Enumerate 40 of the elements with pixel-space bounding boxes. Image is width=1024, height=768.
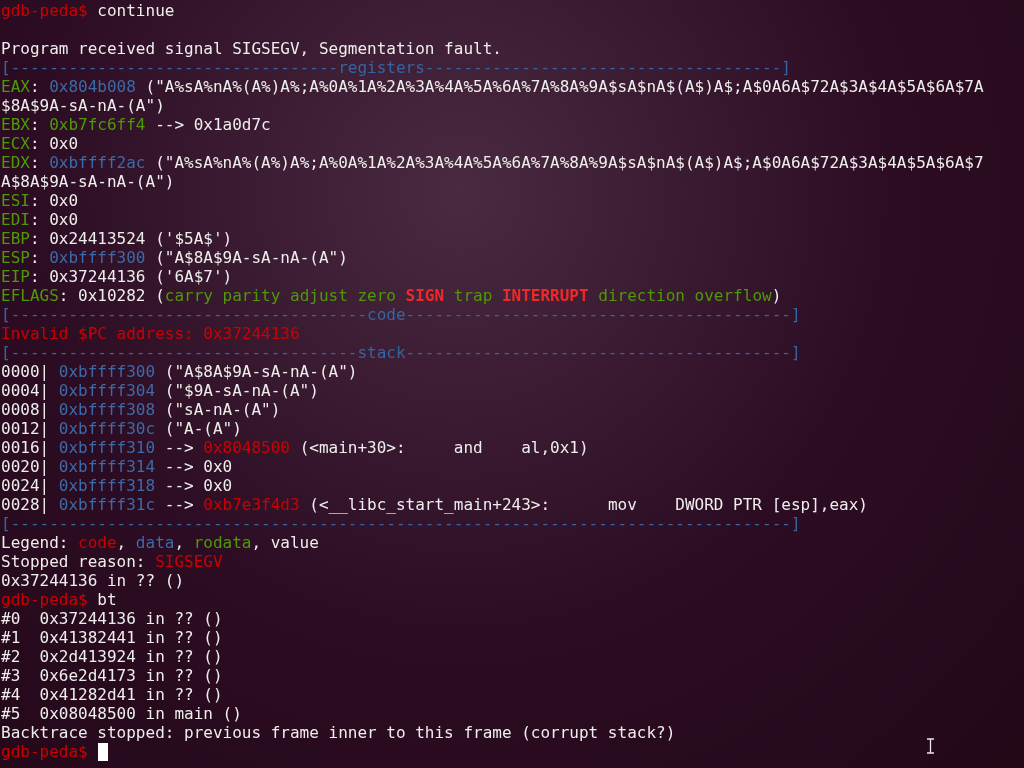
terminal-line: ESI: 0x0: [0, 191, 79, 210]
terminal-line: 0020| 0xbffff314 --> 0x0: [0, 457, 233, 476]
mouse-text-cursor-icon: [926, 738, 935, 754]
terminal-line: [------------------------------------stack----------------------------------------]: [0, 343, 801, 362]
terminal-line: 0008| 0xbffff308 ("sA-nA-(A"): [0, 400, 281, 419]
terminal-line: Invalid $PC address: 0x37244136: [0, 324, 300, 343]
terminal-line: #2 0x2d413924 in ?? (): [0, 647, 223, 666]
terminal-line: #0 0x37244136 in ?? (): [0, 609, 223, 628]
terminal-line: [---------------------------------------------------------------------------------]: [0, 514, 801, 533]
terminal-line: Backtrace stopped: previous frame inner to this frame (corrupt stack?): [0, 723, 676, 742]
terminal-line: EDX: 0xbffff2ac ("A%sA%nA%(A%)A%;A%0A%1A%2A%3A%4A%5A%6A%7A%8A%9A$sA$nA$(A$)A$;A$0A6A$72A$3A$4A$5A$6A$7: [0, 153, 984, 172]
terminal-line: #4 0x41282d41 in ?? (): [0, 685, 223, 704]
terminal-line: #1 0x41382441 in ?? (): [0, 628, 223, 647]
terminal-line: EBX: 0xb7fc6ff4 --> 0x1a0d7c: [0, 115, 271, 134]
terminal-line: EDI: 0x0: [0, 210, 79, 229]
terminal-line: gdb-peda$ continue: [0, 1, 175, 20]
terminal-line: 0000| 0xbffff300 ("A$8A$9A-sA-nA-(A"): [0, 362, 358, 381]
terminal-line: Stopped reason: SIGSEGV: [0, 552, 223, 571]
terminal-line: $8A$9A-sA-nA-(A"): [0, 96, 165, 115]
terminal-line: gdb-peda$ bt: [0, 590, 117, 609]
terminal-line: 0012| 0xbffff30c ("A-(A"): [0, 419, 242, 438]
terminal-line: A$8A$9A-sA-nA-(A"): [0, 172, 175, 191]
terminal-line: EBP: 0x24413524 ('$5A$'): [0, 229, 233, 248]
terminal-line: ECX: 0x0: [0, 134, 79, 153]
terminal-line: #3 0x6e2d4173 in ?? (): [0, 666, 223, 685]
terminal-line: EIP: 0x37244136 ('6A$7'): [0, 267, 233, 286]
terminal-line: 0x37244136 in ?? (): [0, 571, 185, 590]
terminal-line: 0028| 0xbffff31c --> 0xb7e3f4d3 (<__libc_start_main+243>: mov DWORD PTR [esp],eax): [0, 495, 868, 514]
terminal-line: #5 0x08048500 in main (): [0, 704, 242, 723]
terminal-line: [-------------------------------------code----------------------------------------]: [0, 305, 801, 324]
terminal-line: 0004| 0xbffff304 ("$9A-sA-nA-(A"): [0, 381, 319, 400]
terminal-line: 0024| 0xbffff318 --> 0x0: [0, 476, 233, 495]
terminal-line: EAX: 0x804b008 ("A%sA%nA%(A%)A%;A%0A%1A%2A%3A%4A%5A%6A%7A%8A%9A$sA$nA$(A$)A$;A$0A6A$72A$3A$4A$5A$6A$7A: [0, 77, 984, 96]
terminal-line: 0016| 0xbffff310 --> 0x8048500 (<main+30>: and al,0x1): [0, 438, 589, 457]
command-prompt[interactable]: gdb-peda$: [0, 742, 108, 761]
terminal-line: Program received signal SIGSEGV, Segmentation fault.: [0, 39, 502, 58]
terminal-line: EFLAGS: 0x10282 (carry parity adjust zero SIGN trap INTERRUPT direction overflow): [0, 286, 782, 305]
terminal-line: Legend: code, data, rodata, value: [0, 533, 319, 552]
terminal-line: [----------------------------------registers-------------------------------------]: [0, 58, 791, 77]
terminal-line: ESP: 0xbffff300 ("A$8A$9A-sA-nA-(A"): [0, 248, 348, 267]
